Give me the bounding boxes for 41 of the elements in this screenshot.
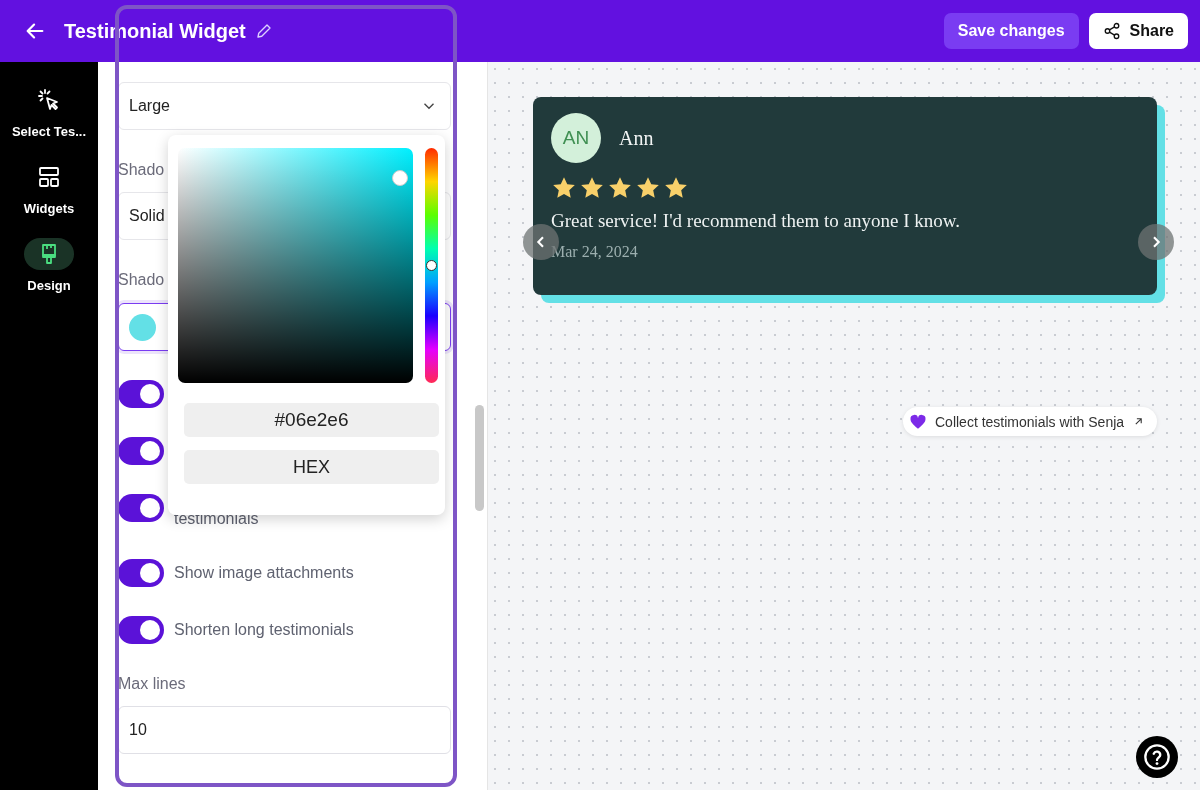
pencil-icon[interactable]	[254, 22, 273, 40]
scrollbar[interactable]	[475, 405, 484, 511]
hue-slider[interactable]	[425, 148, 438, 383]
nav-item[interactable]: Widgets	[23, 161, 75, 216]
format-button[interactable]: HEX	[184, 450, 439, 484]
share-button[interactable]: Share	[1088, 13, 1188, 49]
saturation-area[interactable]	[178, 148, 413, 383]
testimonial-date: Mar 24, 2024	[551, 243, 639, 261]
star-icon	[551, 175, 577, 201]
toggle-switch[interactable]	[118, 437, 164, 465]
avatar-initials: AN	[551, 113, 601, 163]
toggle-label: testimonials	[174, 509, 259, 529]
star-icon	[663, 175, 689, 201]
layout-icon	[37, 165, 61, 189]
hue-thumb[interactable]	[426, 259, 437, 271]
testimonial-text: Great service! I'd recommend them to anyone I know.	[551, 210, 961, 232]
share-icon	[1102, 22, 1121, 40]
save-button[interactable]: Save changes	[943, 13, 1079, 49]
star-icon	[607, 175, 633, 201]
toggle-switch[interactable]	[118, 380, 164, 408]
toggle-switch[interactable]	[118, 494, 164, 522]
toggle-label: Shorten long testimonials	[174, 620, 354, 640]
senja-badge-link[interactable]: Collect testimonials with Senja	[903, 407, 1158, 436]
widget-title: Testimonial Widget	[64, 19, 246, 43]
max-lines-input[interactable]: 10	[118, 706, 451, 754]
field-label: Shado	[118, 160, 166, 180]
field-label: Max lines	[118, 674, 187, 694]
hex-input[interactable]: #06e2e6	[184, 403, 439, 437]
cursor-sparkle-icon	[37, 88, 61, 112]
toggle-switch[interactable]	[118, 559, 164, 587]
star-icon	[635, 175, 661, 201]
next-button[interactable]	[1138, 224, 1174, 260]
toggle-label: Show image attachments	[174, 563, 354, 583]
help-button[interactable]	[1136, 736, 1178, 778]
author-name: Ann	[619, 126, 654, 150]
star-icon	[579, 175, 605, 201]
heart-icon	[909, 412, 927, 431]
help-icon	[1143, 743, 1171, 771]
nav-item[interactable]: Select Tes...	[11, 84, 87, 139]
field-label: Shado	[118, 270, 166, 290]
toggle-switch[interactable]	[118, 616, 164, 644]
